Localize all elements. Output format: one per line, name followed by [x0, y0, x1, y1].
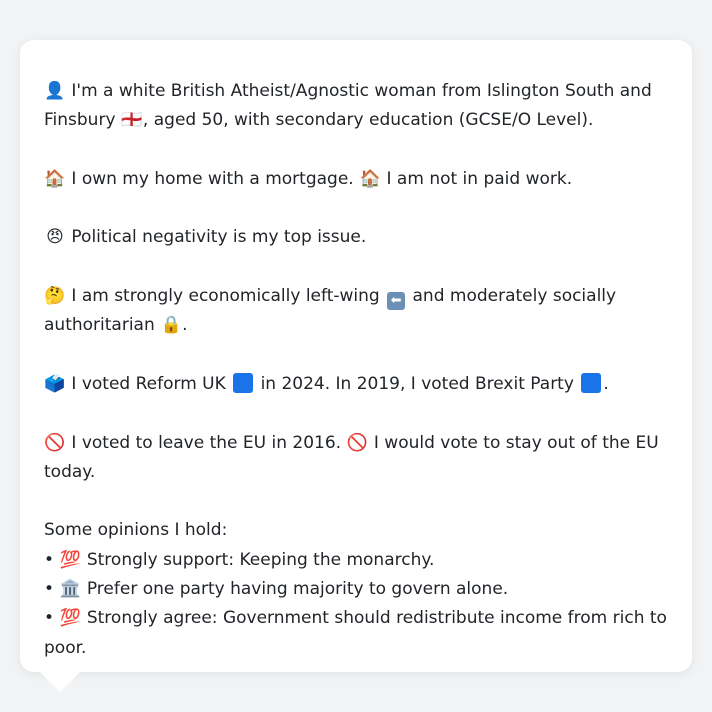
left-arrow-icon: ⬅ — [387, 292, 406, 311]
eu-2016-text: I voted to leave the EU in 2016. — [71, 432, 342, 453]
angry-face-icon: 😠 — [46, 227, 64, 248]
persona-card: 👤 I'm a white British Atheist/Agnostic w… — [20, 40, 692, 672]
england-flag-icon: 🏴󠁧󠁢󠁥󠁮󠁧󠁿 — [121, 110, 143, 131]
house-icon: 🏠 — [359, 168, 381, 189]
thinking-face-icon: 🤔 — [44, 286, 66, 307]
opinions-heading: Some opinions I hold: — [44, 520, 228, 541]
bullet-marker: • — [44, 579, 55, 600]
blue-square-icon — [581, 372, 602, 393]
intro-paragraph: 👤 I'm a white British Atheist/Agnostic w… — [44, 77, 668, 136]
house-icon: 🏠 — [44, 168, 66, 189]
intro-text-age: , aged 50, with secondary education (GCS… — [142, 110, 594, 131]
housing-paragraph: 🏠 I own my home with a mortgage. 🏠 I am … — [44, 165, 668, 194]
vote-2024-text: I voted Reform UK — [71, 373, 226, 394]
opinion-item: • 💯 Strongly agree: Government should re… — [44, 604, 668, 663]
prohibited-icon: 🚫 — [44, 432, 66, 453]
prohibited-icon: 🚫 — [346, 432, 369, 453]
ideology-paragraph: 🤔 I am strongly economically left-wing ⬅… — [44, 282, 668, 341]
bullet-marker: • — [44, 608, 55, 629]
lock-icon: 🔒 — [160, 315, 182, 336]
speech-bubble-tail — [40, 672, 80, 692]
employment-text: I am not in paid work. — [386, 168, 573, 189]
opinion-item: • 💯 Strongly support: Keeping the monarc… — [44, 546, 668, 575]
opinion-text: Prefer one party having majority to gove… — [86, 579, 509, 600]
opinion-text: Strongly support: Keeping the monarchy. — [86, 549, 435, 570]
top-issue-text: Political negativity is my top issue. — [71, 227, 367, 248]
votes-paragraph: 🗳️ I voted Reform UK in 2024. In 2019, I… — [44, 370, 668, 399]
opinion-text: Strongly agree: Government should redist… — [44, 608, 667, 658]
issue-paragraph: 😠 Political negativity is my top issue. — [44, 223, 668, 252]
persona-description: 👤 I'm a white British Atheist/Agnostic w… — [44, 77, 668, 663]
bullet-marker: • — [44, 549, 55, 570]
eu-paragraph: 🚫 I voted to leave the EU in 2016. 🚫 I w… — [44, 429, 668, 488]
hundred-points-icon: 💯 — [59, 608, 82, 629]
blue-square-icon — [233, 372, 254, 393]
opinions-paragraph: Some opinions I hold: • 💯 Strongly suppo… — [44, 516, 668, 662]
housing-text: I own my home with a mortgage. — [71, 168, 354, 189]
hundred-points-icon: 💯 — [59, 549, 82, 570]
ideology-period: . — [182, 315, 188, 336]
ballot-box-icon: 🗳️ — [44, 373, 66, 394]
votes-period: . — [603, 373, 609, 394]
person-icon: 👤 — [44, 81, 66, 101]
classical-building-icon: 🏛️ — [59, 579, 82, 600]
opinion-item: • 🏛️ Prefer one party having majority to… — [44, 575, 668, 604]
vote-2019-text: in 2024. In 2019, I voted Brexit Party — [260, 373, 574, 394]
economic-text: I am strongly economically left-wing — [71, 286, 380, 307]
